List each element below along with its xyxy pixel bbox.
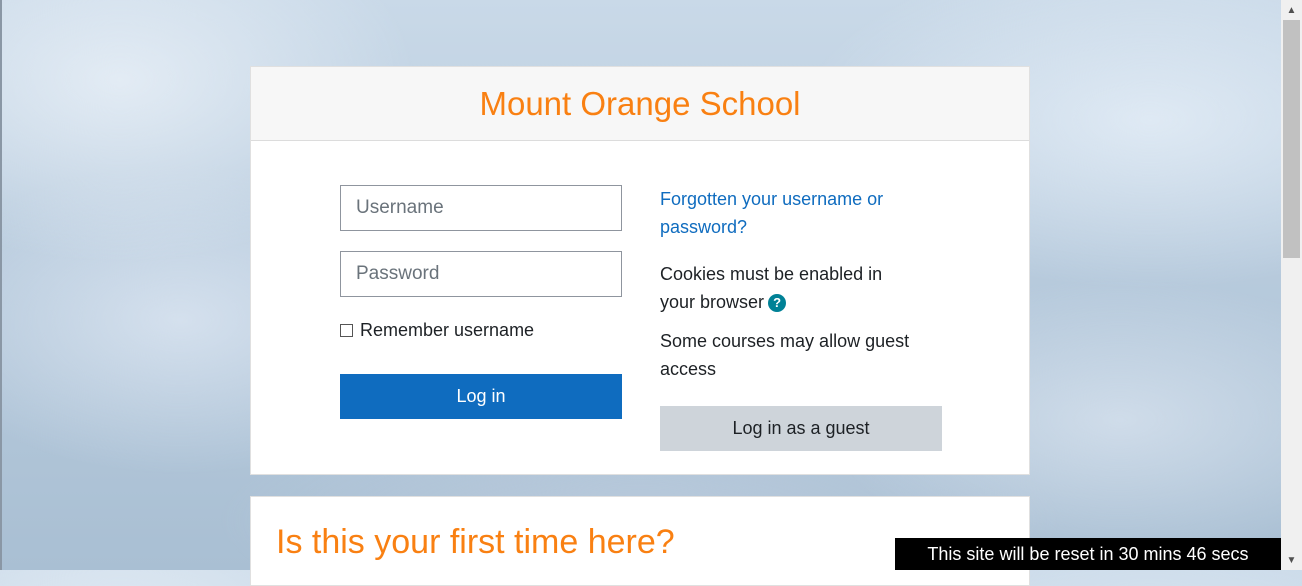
remember-username-checkbox[interactable]: Remember username bbox=[340, 320, 534, 341]
checkbox-icon[interactable] bbox=[340, 324, 353, 337]
vertical-scrollbar[interactable]: ▲ ▼ bbox=[1281, 0, 1302, 570]
cookies-notice: Cookies must be enabled in your browser? bbox=[660, 260, 920, 316]
password-input[interactable] bbox=[340, 251, 622, 297]
site-title: Mount Orange School bbox=[479, 84, 801, 122]
remember-username-label: Remember username bbox=[360, 320, 535, 340]
login-button[interactable]: Log in bbox=[340, 374, 622, 419]
site-reset-banner: This site will be reset in 30 mins 46 se… bbox=[895, 538, 1281, 570]
window-left-edge bbox=[0, 0, 2, 570]
username-input[interactable] bbox=[340, 185, 622, 231]
scrollbar-thumb[interactable] bbox=[1283, 20, 1300, 258]
guest-login-button[interactable]: Log in as a guest bbox=[660, 406, 942, 451]
first-time-heading: Is this your first time here? bbox=[276, 523, 675, 561]
forgot-password-link[interactable]: Forgotten your username or password? bbox=[660, 185, 950, 241]
scroll-down-icon[interactable]: ▼ bbox=[1281, 550, 1302, 570]
login-card: Mount Orange School Remember username Lo… bbox=[250, 66, 1030, 475]
login-header: Mount Orange School bbox=[251, 67, 1029, 141]
question-circle-icon[interactable]: ? bbox=[768, 294, 787, 313]
guest-access-text: Some courses may allow guest access bbox=[660, 331, 910, 379]
login-info-column: Forgotten your username or password? Coo… bbox=[660, 185, 950, 383]
scroll-up-icon[interactable]: ▲ bbox=[1281, 0, 1302, 20]
